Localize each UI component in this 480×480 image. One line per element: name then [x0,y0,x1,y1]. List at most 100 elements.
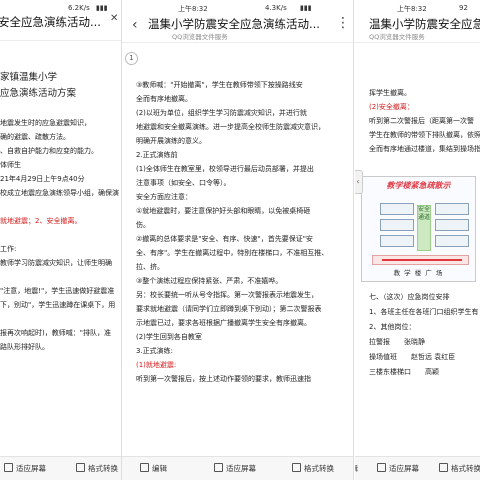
text-line: 学生在教师的带领下排队撤离，依照按 [369,131,480,139]
document-body: 家镇温集小学 应急演练活动方案 地震发生时的应急避震知识， 确的避震、疏散方法。 、自… [0,70,126,354]
clock: 上午8:32 [178,5,208,13]
text-line: 下，别动"，学生迅速蹲在课桌下，用 [0,301,116,309]
text-line: 2、其他岗位： [369,323,416,331]
text-line: 挥学生撤离。 [369,89,411,97]
text-line: 1、各班主任在各班门口组织学生有 [369,308,479,316]
document-pane-left: 6.2K/s ▮▮▮ 安全应急演练活动... ✕ 家镇温集小学 应急演练活动方案 … [0,0,128,480]
fit-screen-button[interactable]: 适应屏幕 [377,463,419,474]
more-icon[interactable]: ⋮ [336,16,350,30]
fit-screen-icon [214,463,223,472]
text-line: 安全方面应注意： [136,193,192,201]
text-line: (1)全体师生在教室里，校领导进行最后动员部署，并提出 [136,165,314,173]
diagram-room [435,235,469,247]
format-convert-button[interactable]: 格式转换 [76,463,118,474]
bottom-toolbar: 适应屏幕 格式转换 [0,456,128,480]
edit-button[interactable]: 编辑 [140,463,167,474]
text-line: 体师生 [0,161,21,169]
text-line: (2)以班为单位，组织学生学习防震减灾知识，并进行就 [136,109,307,117]
signal-icon: ▮▮▮ [96,4,108,12]
text-line: (2)学生回到各自教室 [136,333,202,341]
text-line: 明确开展演练的意义。 [136,137,206,145]
document-title: 安全应急演练活动... [0,15,101,29]
text-line: 就地避震；2、安全撤离。 [0,217,82,225]
text-line: (2)安全撤离： [369,103,414,111]
text-line: 报再次响起时)，教师喊："排队，准 [0,329,111,337]
text-line: 全、有序"。学生在撤离过程中，特别在楼梯口，不准相互推、 [136,249,329,257]
header-divider [122,42,353,43]
status-bar: 上午8:32 92 [355,0,480,16]
safety-passage: 安全通道 [417,205,431,251]
signal-icon: ▮▮▮ [300,4,312,12]
document-body-bottom: 七、（这次）应急岗位安排 1、各班主任在各班门口组织学生有 2、其他岗位： 拉警报 张… [369,290,480,380]
text-line: 地避震和安全撤离演练。进一步提高全校师生防震减灾意识， [136,123,325,131]
format-convert-button[interactable]: 格式转换 [439,463,480,474]
fit-screen-icon [4,463,13,472]
text-line: 七、（这次）应急岗位安排 [369,293,450,301]
header-divider [355,42,480,43]
fit-screen-button[interactable]: 适应屏幕 [4,463,46,474]
text-line: 注意事项（如安全、口令等）。 [136,179,231,187]
close-icon[interactable]: ✕ [110,14,118,24]
text-line: 应急演练活动方案 [0,88,77,99]
text-line: 操场值班 赵哲远 袁红臣 [369,353,456,361]
clock: 上午8:32 [397,5,427,13]
text-line: 校成立地震应急演练领导小组，确保演 [0,189,119,197]
header-divider [0,40,128,41]
text-line: 另：校长要统一听从号令指挥。第一次警报表示地震发生， [136,291,318,299]
diagram-room [380,203,414,215]
text-line: 路队形排好队。 [0,343,49,351]
text-line: 21年4月29日上午9点40分 [0,175,85,183]
convert-icon [439,463,448,472]
status-bar: 上午8:32 4.3K/s ▮▮▮ [122,0,353,16]
text-line: 三楼东楼梯口 高颖 [369,368,439,376]
text-line: 、自救自护能力和应变的能力。 [0,147,98,155]
page-number-badge: 1 [125,52,138,65]
text-line: 听到第二次警报后（距离第一次警 [369,117,474,125]
document-body: ③教师喊："开始撤离"，学生在教师带领下按操路线安 全而有序地撤离。 (2)以班为单… [136,78,352,386]
diagram-room [380,235,414,247]
diagram-footer: 教 学 楼 广 场 [393,269,444,277]
text-line: 听到第一次警报后，按上述动作要领的要求，教师迅速指 [136,375,311,383]
edit-button[interactable]: 编辑 [355,463,358,474]
text-line: 家镇温集小学 [0,72,58,83]
bottom-toolbar: 编辑 适应屏幕 格式转换 [122,456,353,480]
network-speed: 4.3K/s [265,4,287,12]
text-line: 工作: [0,245,17,253]
text-line: "注意，地震!"，学生迅速做好避震准 [0,287,115,295]
text-line: (1)就地避震: [136,361,177,369]
network-speed: 6.2K/s [68,4,90,12]
evacuation-arrow [382,259,462,261]
text-line: 伤。 [136,221,150,229]
text-line [0,270,126,284]
text-line [0,312,126,326]
text-line: 要求就地避震（请同学们立即蹲到桌下别动）；第二次警报表 [136,305,322,313]
back-arrow-icon[interactable]: ‹ [132,18,138,32]
text-line: 2.正式演练前 [136,151,178,159]
text-line: ③整个演练过程应保持紧张、严肃，不准嬉哗。 [136,277,283,285]
document-pane-right: 上午8:32 92 温集小学防震安全应急演练活动... QQ浏览器文件服务 挥学… [355,0,480,480]
document-pane-center: 上午8:32 4.3K/s ▮▮▮ ‹ 温集小学防震安全应急演练活动... QQ… [121,0,354,480]
format-convert-button[interactable]: 格式转换 [292,463,334,474]
convert-icon [292,463,301,472]
document-title: 温集小学防震安全应急演练活动... [369,17,480,31]
diagram-title: 教学楼紧急疏散示 [386,181,451,190]
text-line [0,102,126,116]
text-line: ①就地避震时，要注意保护好头部和眼睛，以免被桌椅砸 [136,207,311,215]
text-line: 教师学习防震减灾知识，让师生明确 [0,259,112,267]
document-subtitle: QQ浏览器文件服务 [369,33,425,41]
document-title: 温集小学防震安全应急演练活动... [148,17,320,31]
text-line: 确的避震、疏散方法。 [0,133,70,141]
collapse-tab[interactable]: ‹ [355,170,363,194]
edit-icon [140,463,149,472]
text-line [0,228,126,242]
text-line: ②撤离的总体要求是"安全、有序、快速"，首先要保证"安 [136,235,313,243]
text-line [0,200,126,214]
text-line: 全而有序地撤离。 [136,95,192,103]
convert-icon [76,463,85,472]
diagram-room [380,219,414,231]
document-body-top: 挥学生撤离。 (2)安全撤离： 听到第二次警报后（距离第一次警 学生在教师的带领下排队… [369,86,480,156]
network-speed: 92 [459,4,468,12]
text-line: 示地震已过，要求各班根据广播撤离学生安全有序撤离。 [136,319,311,327]
fit-screen-button[interactable]: 适应屏幕 [214,463,256,474]
text-line: 拉、挤。 [136,263,164,271]
